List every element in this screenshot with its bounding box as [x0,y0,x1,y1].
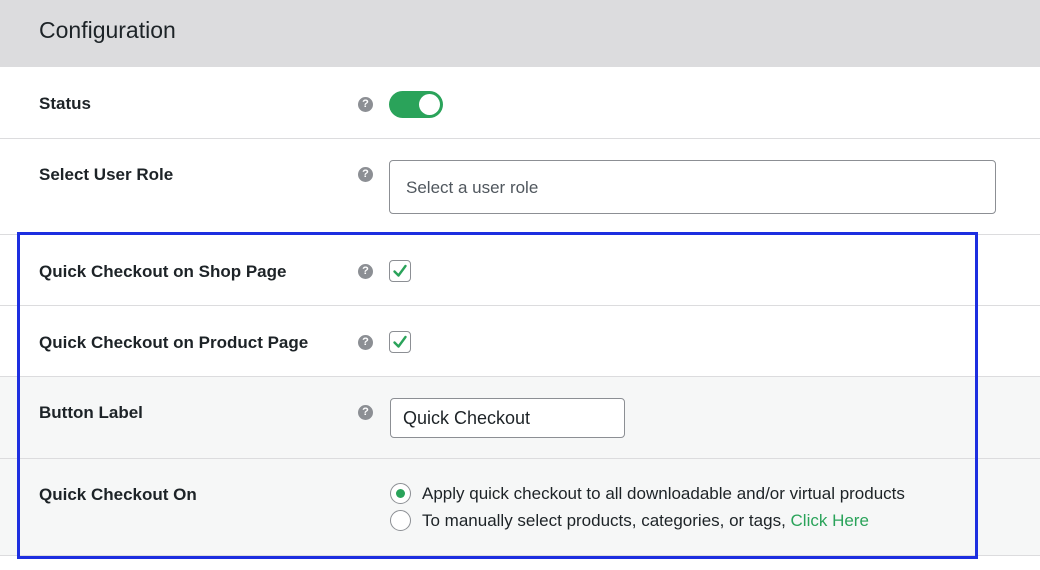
radio-manual-select[interactable] [390,510,411,531]
section-header: Configuration [0,0,1040,67]
user-role-label: Select User Role [39,165,174,184]
toggle-knob [419,94,440,115]
radio-selected-dot [396,489,405,498]
checkmark-icon [393,335,407,348]
radio-all-downloadable-label[interactable]: Apply quick checkout to all downloadable… [422,484,905,504]
section-title: Configuration [39,17,176,43]
button-label-help-icon[interactable]: ? [358,405,373,420]
checkout-on-row: Quick Checkout On [0,459,1040,556]
radio-manual-select-text: To manually select products, categories,… [422,511,791,530]
product-page-checkbox[interactable] [389,331,411,353]
button-label-value: Quick Checkout [403,408,531,428]
button-label-label: Button Label [39,403,143,422]
shop-page-row: Quick Checkout on Shop Page [0,235,1040,306]
click-here-link[interactable]: Click Here [791,511,869,530]
shop-page-help-icon[interactable]: ? [358,264,373,279]
status-row: Status [0,67,1040,139]
checkout-on-label: Quick Checkout On [39,485,197,504]
user-role-help-icon[interactable]: ? [358,167,373,182]
radio-all-downloadable[interactable] [390,483,411,504]
product-page-label: Quick Checkout on Product Page [39,333,309,352]
shop-page-label: Quick Checkout on Shop Page [39,262,287,281]
status-help-icon[interactable]: ? [358,97,373,112]
shop-page-checkbox[interactable] [389,260,411,282]
user-role-select[interactable]: Select a user role [389,160,996,214]
checkmark-icon [393,264,407,277]
status-label: Status [39,94,91,113]
button-label-input[interactable]: Quick Checkout [390,398,625,438]
product-page-row: Quick Checkout on Product Page [0,306,1040,377]
user-role-placeholder: Select a user role [406,178,539,197]
radio-manual-select-label[interactable]: To manually select products, categories,… [422,511,869,531]
product-page-help-icon[interactable]: ? [358,335,373,350]
status-toggle[interactable] [389,91,443,118]
